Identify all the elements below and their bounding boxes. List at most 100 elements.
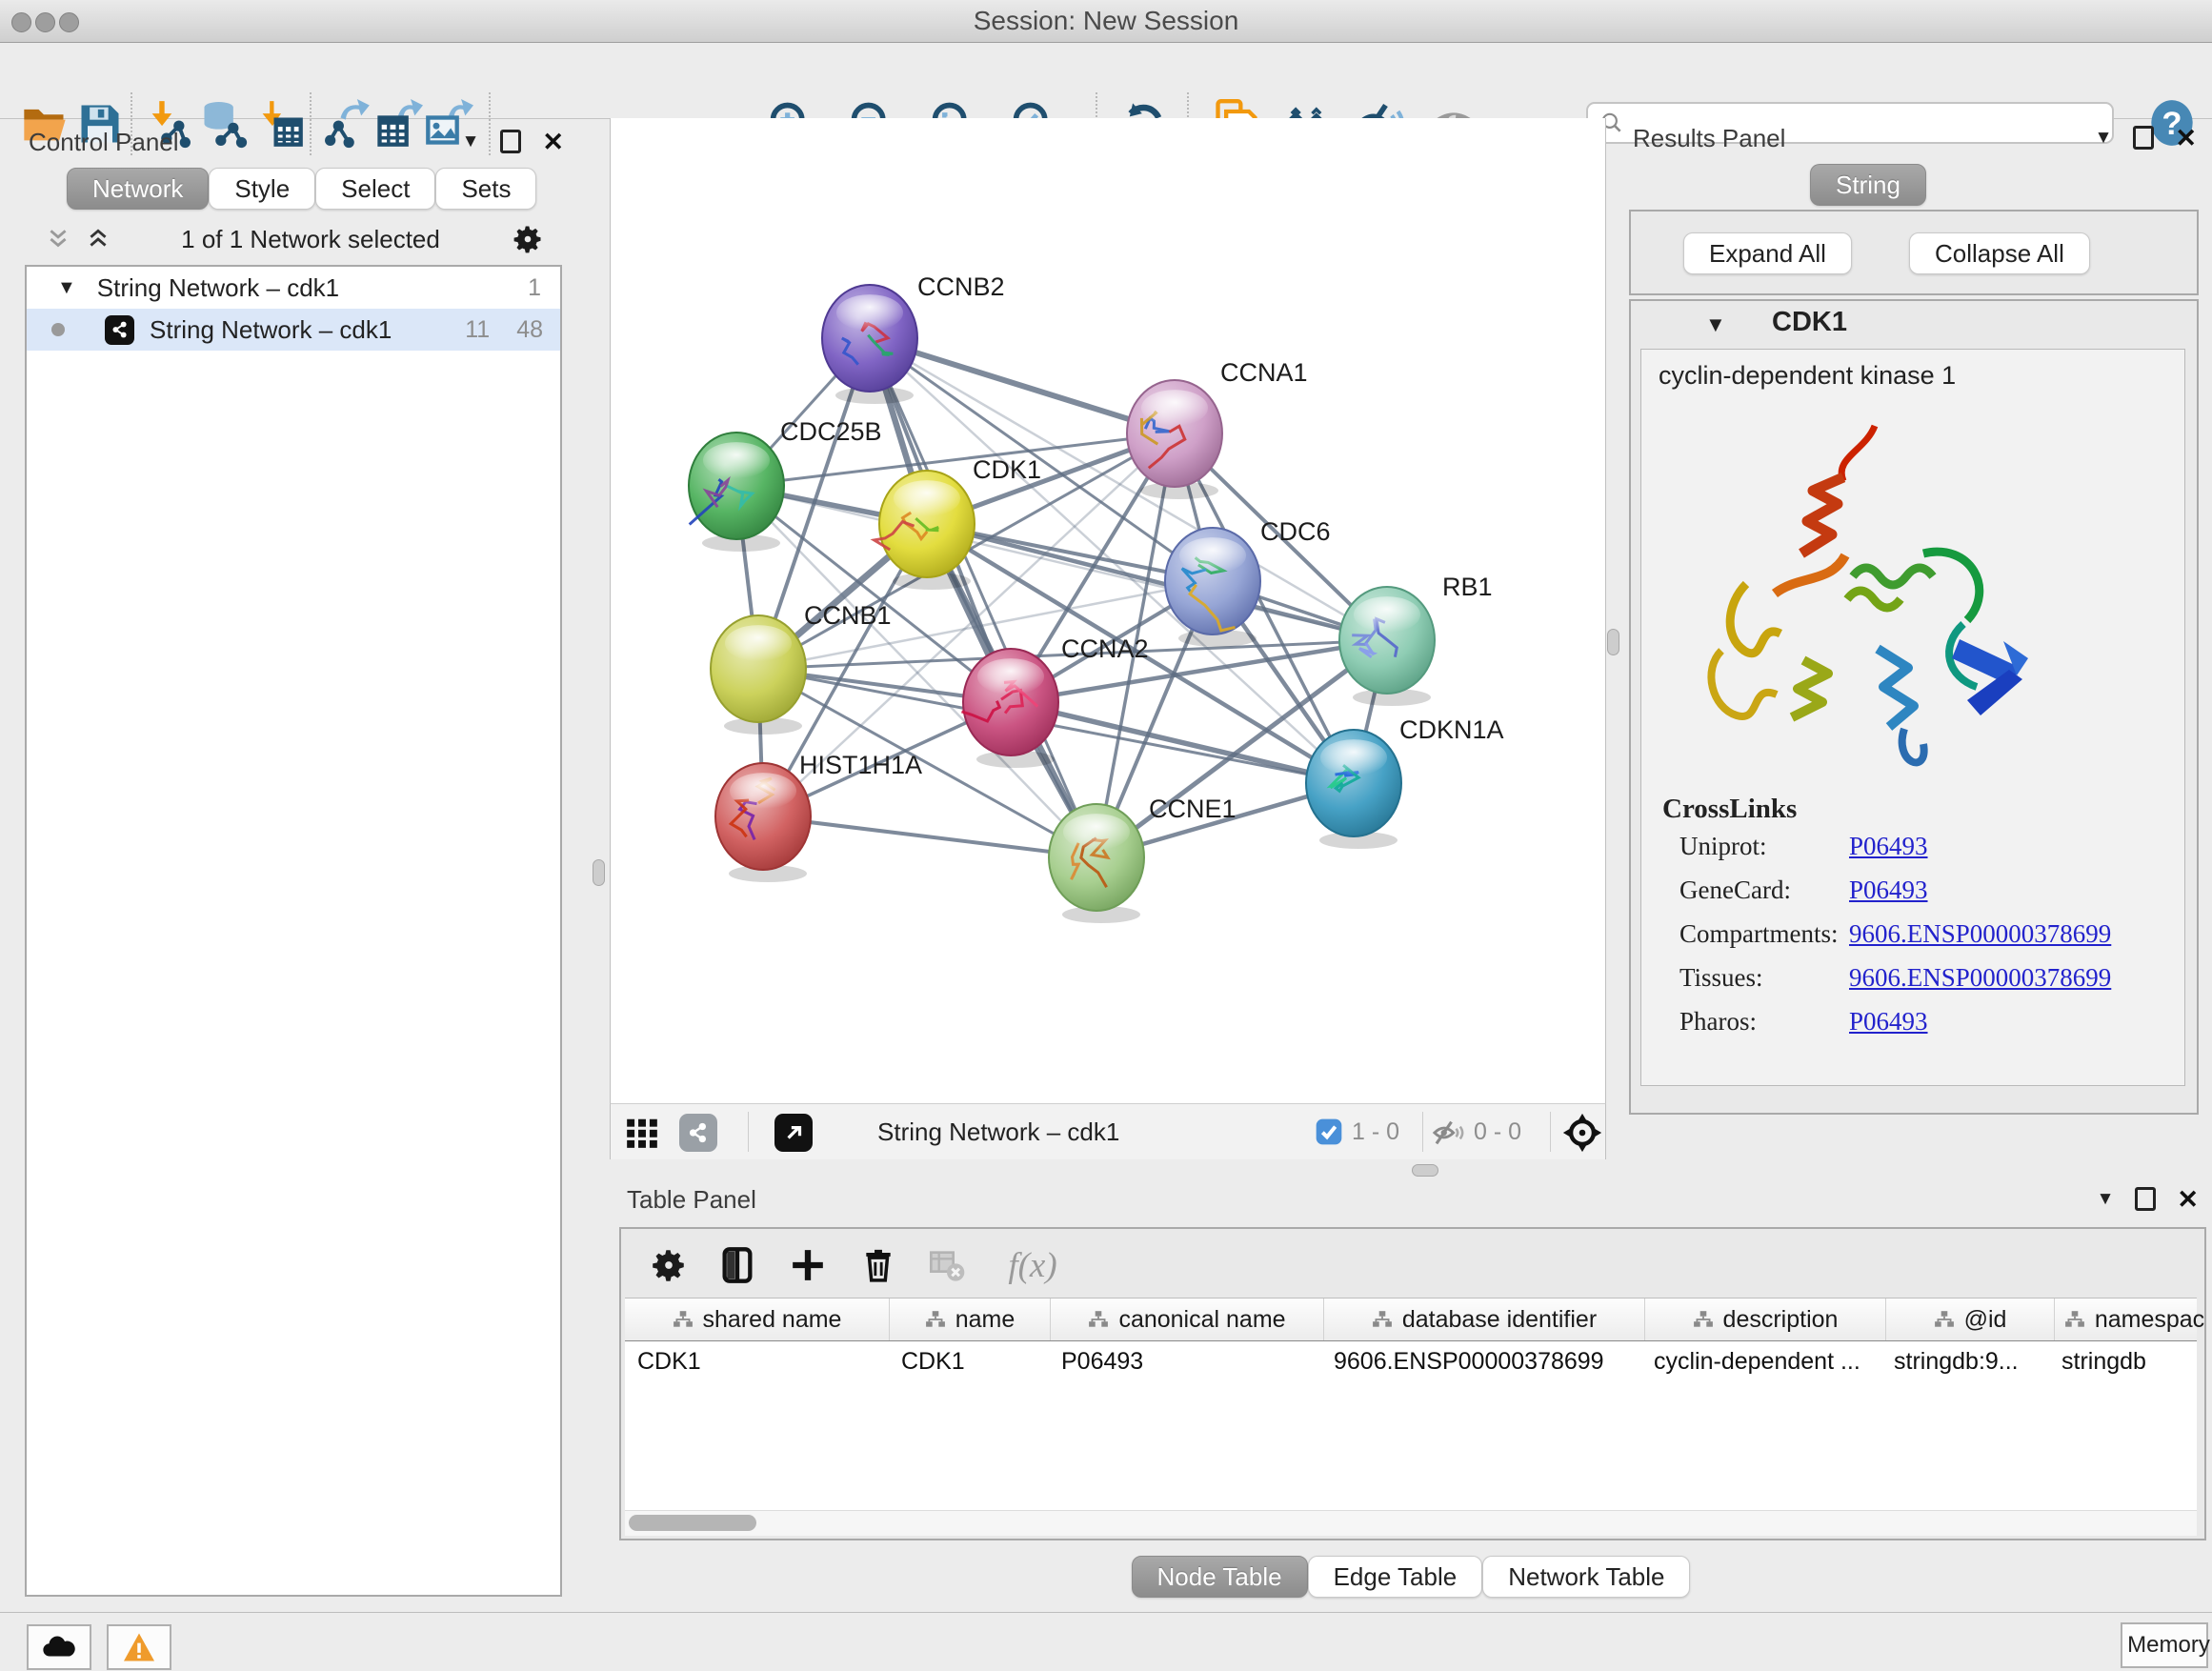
panel-menu-icon[interactable]: ▼: [2095, 129, 2113, 148]
float-panel-icon[interactable]: [2135, 1187, 2156, 1211]
column-header-canonicalname[interactable]: canonical name: [1051, 1299, 1324, 1340]
fit-selected-crosshair-icon[interactable]: [1561, 1112, 1603, 1158]
column-type-icon: [925, 1310, 946, 1329]
crosslink-value-link[interactable]: P06493: [1849, 1007, 1928, 1037]
warning-status-button[interactable]: [107, 1624, 171, 1670]
zoom-window-button[interactable]: [59, 12, 79, 32]
crosslink-row: Pharos:P06493: [1641, 1007, 2184, 1051]
table-options-gear-icon[interactable]: [646, 1242, 692, 1288]
crosslink-value-link[interactable]: 9606.ENSP00000378699: [1849, 919, 2111, 949]
delete-column-icon[interactable]: [855, 1242, 901, 1288]
results-panel-title: Results Panel: [1633, 124, 1785, 153]
close-panel-icon[interactable]: ✕: [542, 131, 564, 153]
control-panel-title: Control Panel: [29, 128, 179, 157]
results-panel: Results Panel ▼ ✕ String Expand All Coll…: [1619, 124, 2202, 1172]
network-node-CCNA1[interactable]: [1127, 380, 1222, 499]
table-row[interactable]: CDK1CDK1P064939606.ENSP00000378699cyclin…: [625, 1341, 2197, 1381]
cell-name[interactable]: CDK1: [889, 1341, 1049, 1381]
cell-databaseidentifier[interactable]: 9606.ENSP00000378699: [1321, 1341, 1641, 1381]
network-node-CDKN1A[interactable]: [1306, 730, 1401, 849]
cloud-status-button[interactable]: [27, 1624, 91, 1670]
status-bar: Memory: [0, 1612, 2212, 1671]
tab-node-table[interactable]: Node Table: [1132, 1556, 1308, 1598]
crosslink-value-link[interactable]: 9606.ENSP00000378699: [1849, 963, 2111, 993]
close-window-button[interactable]: [11, 12, 31, 32]
tab-edge-table[interactable]: Edge Table: [1308, 1556, 1483, 1598]
crosslink-value-link[interactable]: P06493: [1849, 876, 1928, 905]
column-header-description[interactable]: description: [1645, 1299, 1886, 1340]
network-collection-row[interactable]: ▼ String Network – cdk1 1: [27, 267, 560, 309]
bottom-splitter-handle[interactable]: [1412, 1164, 1438, 1177]
network-node-HIST1H1A[interactable]: [715, 763, 811, 882]
crosslink-label: Tissues:: [1679, 963, 1763, 993]
tab-network-table[interactable]: Network Table: [1482, 1556, 1690, 1598]
network-overview-icon[interactable]: [679, 1114, 717, 1152]
network-icon: [105, 315, 134, 345]
hidden-eye-icon[interactable]: [1432, 1117, 1464, 1154]
close-panel-icon[interactable]: ✕: [2177, 1188, 2199, 1211]
memory-button[interactable]: Memory: [2121, 1622, 2208, 1668]
crosslink-row: Compartments: 9606.ENSP00000378699: [1641, 919, 2184, 963]
edge-CCNA2-CDKN1A[interactable]: [1011, 702, 1354, 783]
network-node-CCNB2[interactable]: [822, 285, 917, 404]
network-canvas[interactable]: CCNB2CCNA1CDC25BCDK1CDC6RB1CCNB1CCNA2CDK…: [610, 118, 1606, 1103]
cell-description[interactable]: cyclin-dependent ...: [1641, 1341, 1881, 1381]
panel-menu-icon[interactable]: ▼: [2097, 1190, 2115, 1209]
results-node-box: ▼ CDK1 cyclin-dependent kinase 1: [1629, 299, 2199, 1115]
column-header-id[interactable]: @id: [1886, 1299, 2055, 1340]
network-node-RB1[interactable]: [1339, 587, 1435, 706]
open-in-new-window-icon[interactable]: [774, 1114, 813, 1152]
current-network-dot-icon: [51, 323, 65, 336]
tab-string[interactable]: String: [1810, 164, 1926, 206]
scrollbar-thumb[interactable]: [629, 1515, 756, 1531]
results-buttons-box: Expand All Collapse All: [1629, 210, 2199, 295]
crosslink-value-link[interactable]: P06493: [1849, 832, 1928, 861]
birdseye-grid-icon[interactable]: [624, 1115, 660, 1156]
tab-network[interactable]: Network: [67, 168, 209, 210]
tree-expand-icon[interactable]: ▼: [57, 277, 76, 299]
show-columns-icon[interactable]: [714, 1242, 760, 1288]
collapse-all-icon[interactable]: [46, 227, 70, 252]
float-panel-icon[interactable]: [500, 130, 521, 153]
crosslinks-list: Uniprot:P06493GeneCard:P06493Compartment…: [1641, 832, 2184, 1051]
network-node-CDC25B[interactable]: [689, 433, 784, 552]
column-type-icon: [1693, 1310, 1714, 1329]
cell-sharedname[interactable]: CDK1: [625, 1341, 889, 1381]
network-node-CCNE1[interactable]: [1049, 804, 1144, 923]
network-row-selected[interactable]: String Network – cdk1 11 48: [27, 309, 560, 351]
expand-all-icon[interactable]: [86, 227, 111, 252]
minimize-window-button[interactable]: [35, 12, 55, 32]
tab-style[interactable]: Style: [209, 168, 315, 210]
expand-all-button[interactable]: Expand All: [1683, 232, 1852, 274]
edge-HIST1H1A-CCNE1[interactable]: [763, 816, 1096, 857]
cloud-icon: [41, 1633, 77, 1661]
float-panel-icon[interactable]: [2133, 126, 2154, 150]
network-options-gear-icon[interactable]: [511, 222, 545, 256]
close-panel-icon[interactable]: ✕: [2175, 127, 2197, 150]
column-header-databaseidentifier[interactable]: database identifier: [1324, 1299, 1645, 1340]
add-column-icon[interactable]: [785, 1242, 831, 1288]
network-view-title: String Network – cdk1: [877, 1117, 1119, 1147]
column-header-namespac[interactable]: namespac: [2055, 1299, 2212, 1340]
tab-sets[interactable]: Sets: [435, 168, 536, 210]
left-splitter-handle[interactable]: [593, 859, 605, 886]
node-label-CCNA2: CCNA2: [1061, 634, 1149, 663]
selected-checkbox-icon[interactable]: [1314, 1117, 1344, 1152]
network-node-CCNB1[interactable]: [711, 615, 806, 735]
application-window: Session: New Session: [0, 0, 2212, 1671]
crosslink-label: Compartments:: [1679, 919, 1838, 949]
node-label-CDC25B: CDC25B: [780, 417, 882, 446]
right-splitter-handle[interactable]: [1607, 629, 1619, 655]
panel-menu-icon[interactable]: ▼: [462, 132, 480, 151]
collapse-all-button[interactable]: Collapse All: [1909, 232, 2090, 274]
tab-select[interactable]: Select: [315, 168, 435, 210]
cell-namespac[interactable]: stringdb: [2049, 1341, 2208, 1381]
column-header-sharedname[interactable]: shared name: [625, 1299, 890, 1340]
network-tree: ▼ String Network – cdk1 1 String Network…: [25, 265, 562, 1597]
cell-id[interactable]: stringdb:9...: [1881, 1341, 2049, 1381]
column-header-name[interactable]: name: [890, 1299, 1051, 1340]
edge-CCNB2-CCNE1[interactable]: [870, 338, 1096, 857]
horizontal-scrollbar[interactable]: [625, 1510, 2197, 1536]
section-collapse-icon[interactable]: ▼: [1705, 312, 1726, 337]
cell-canonicalname[interactable]: P06493: [1049, 1341, 1321, 1381]
